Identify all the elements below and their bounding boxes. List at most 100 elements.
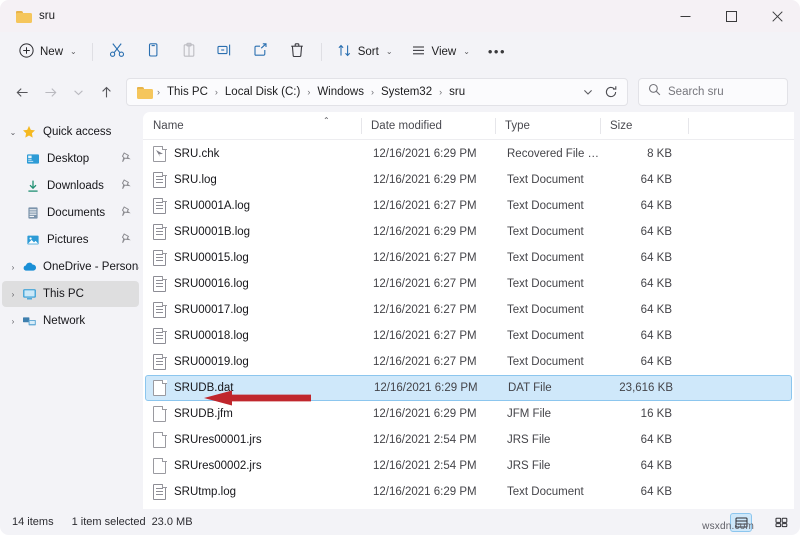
column-header-name[interactable]: Name ⌃ (143, 112, 361, 140)
pin-icon[interactable] (121, 233, 131, 247)
file-type-cell: JFM File (507, 408, 552, 420)
breadcrumb-item-system32[interactable]: System32 (376, 83, 437, 101)
sort-ascending-icon: ⌃ (323, 115, 330, 125)
sidebar-item-network[interactable]: › Network (2, 308, 139, 334)
file-name-cell: SRU.log (145, 172, 363, 188)
sidebar-item-onedrive[interactable]: › OneDrive - Personal (2, 254, 139, 280)
table-row[interactable]: SRUtmp.log 12/16/2021 6:29 PM Text Documen… (145, 479, 792, 505)
new-button[interactable]: New ⌄ (10, 38, 86, 66)
recent-locations-button[interactable] (64, 78, 92, 106)
file-list-pane: Name ⌃ Date modified Type Size SRU.chk 12… (143, 112, 794, 509)
pin-icon[interactable] (121, 152, 131, 166)
table-row[interactable]: SRU0001B.log 12/16/2021 6:29 PM Text Docum… (145, 219, 792, 245)
table-row[interactable]: SRU00016.log 12/16/2021 6:27 PM Text Docum… (145, 271, 792, 297)
file-name-label: SRUres00001.jrs (174, 434, 262, 446)
file-name-label: SRUres00002.jrs (174, 460, 262, 472)
breadcrumb-bar[interactable]: › This PC › Local Disk (C:) › Windows › … (126, 78, 628, 106)
close-button[interactable] (754, 0, 800, 32)
explorer-body: ⌄ Quick access Desktop Downloads Documen… (0, 112, 800, 509)
maximize-button[interactable] (708, 0, 754, 32)
table-row[interactable]: SRU0001A.log 12/16/2021 6:27 PM Text Docum… (145, 193, 792, 219)
sidebar-item-this-pc[interactable]: › This PC (2, 281, 139, 307)
breadcrumb-separator: › (439, 87, 443, 97)
table-row[interactable]: SRU00015.log 12/16/2021 6:27 PM Text Docum… (145, 245, 792, 271)
table-row[interactable]: SRUres00002.jrs 12/16/2021 2:54 PM JRS Fil… (145, 453, 792, 479)
back-button[interactable] (8, 78, 36, 106)
file-name-label: SRU0001B.log (174, 226, 251, 238)
file-date-cell: 12/16/2021 6:27 PM (373, 356, 477, 368)
sidebar-item-downloads[interactable]: Downloads (2, 173, 139, 199)
pin-icon[interactable] (121, 179, 131, 193)
table-row[interactable]: SRU.chk 12/16/2021 6:29 PM Recovered File … (145, 141, 792, 167)
search-input[interactable]: Search sru (668, 86, 724, 98)
sidebar-item-documents[interactable]: Documents (2, 200, 139, 226)
text-file-icon (153, 354, 167, 370)
rename-button[interactable] (207, 38, 243, 66)
copy-button[interactable] (135, 38, 171, 66)
sidebar-item-pictures[interactable]: Pictures (2, 227, 139, 253)
file-name-label: SRUtmp.log (174, 486, 236, 498)
breadcrumb-dropdown-button[interactable] (577, 81, 599, 103)
more-options-button[interactable]: ••• (479, 38, 515, 66)
chevron-down-icon[interactable]: ⌄ (6, 128, 20, 137)
sort-button[interactable]: Sort ⌄ (328, 38, 402, 66)
file-name-label: SRUDB.jfm (174, 408, 233, 420)
new-button-label: New (40, 46, 64, 58)
column-header-size[interactable]: Size (600, 112, 688, 140)
table-row[interactable]: SRUres00001.jrs 12/16/2021 2:54 PM JRS Fil… (145, 427, 792, 453)
column-header-date-modified[interactable]: Date modified (361, 112, 495, 140)
large-icons-view-button[interactable] (770, 513, 792, 532)
minimize-button[interactable] (662, 0, 708, 32)
sidebar-item-label: Downloads (47, 180, 104, 192)
file-date-cell: 12/16/2021 6:29 PM (373, 486, 477, 498)
file-name-cell: SRU00016.log (145, 276, 363, 292)
folder-tab[interactable]: sru (12, 7, 65, 26)
monitor-icon (20, 287, 38, 301)
file-type-cell: Text Document (507, 330, 584, 342)
navigation-pane: ⌄ Quick access Desktop Downloads Documen… (0, 112, 143, 509)
up-button[interactable] (92, 78, 120, 106)
cut-button[interactable] (99, 38, 135, 66)
table-row[interactable]: SRU00017.log 12/16/2021 6:27 PM Text Docum… (145, 297, 792, 323)
file-date-cell: 12/16/2021 6:27 PM (373, 278, 477, 290)
column-header-type[interactable]: Type (495, 112, 600, 140)
blank-file-icon (153, 380, 167, 396)
file-name-label: SRU00018.log (174, 330, 249, 342)
file-type-cell: JRS File (507, 434, 551, 446)
table-row[interactable]: SRU00018.log 12/16/2021 6:27 PM Text Docum… (145, 323, 792, 349)
table-row[interactable]: SRU00019.log 12/16/2021 6:27 PM Text Docum… (145, 349, 792, 375)
breadcrumb-item-this-pc[interactable]: This PC (162, 83, 213, 101)
refresh-button[interactable] (599, 81, 623, 103)
breadcrumb-item-sru[interactable]: sru (444, 83, 470, 101)
delete-button[interactable] (279, 38, 315, 66)
chevron-right-icon[interactable]: › (6, 290, 20, 299)
file-type-cell: Text Document (507, 486, 584, 498)
share-button[interactable] (243, 38, 279, 66)
view-button[interactable]: View ⌄ (402, 38, 479, 66)
chevron-right-icon[interactable]: › (6, 263, 20, 272)
table-row[interactable]: SRUDB.jfm 12/16/2021 6:29 PM JFM File 16 KB (145, 401, 792, 427)
download-icon (24, 179, 42, 193)
table-row[interactable]: SRUDB.dat 12/16/2021 6:29 PM DAT File 23,61… (145, 375, 792, 401)
search-box[interactable]: Search sru (638, 78, 788, 106)
sidebar-item-label: Documents (47, 207, 106, 219)
chevron-down-icon: ⌄ (70, 47, 77, 56)
breadcrumb-item-windows[interactable]: Windows (312, 83, 369, 101)
file-rows: SRU.chk 12/16/2021 6:29 PM Recovered File … (143, 140, 794, 509)
table-row[interactable]: SRU.log 12/16/2021 6:29 PM Text Document 64… (145, 167, 792, 193)
chevron-right-icon[interactable]: › (6, 317, 20, 326)
file-name-label: SRU00015.log (174, 252, 249, 264)
sidebar-item-label: OneDrive - Personal (43, 261, 139, 273)
file-name-cell: SRUtmp.log (145, 484, 363, 500)
forward-button[interactable] (36, 78, 64, 106)
file-type-cell: JRS File (507, 460, 551, 472)
pin-icon[interactable] (121, 206, 131, 220)
text-file-icon (153, 172, 167, 188)
sidebar-item-desktop[interactable]: Desktop (2, 146, 139, 172)
sidebar-item-quick-access[interactable]: ⌄ Quick access (2, 119, 139, 145)
file-size-cell: 8 KB (647, 148, 672, 160)
paste-button[interactable] (171, 38, 207, 66)
breadcrumb-item-local-disk[interactable]: Local Disk (C:) (220, 83, 305, 101)
file-size-cell: 64 KB (640, 356, 672, 368)
cloud-icon (20, 260, 38, 274)
